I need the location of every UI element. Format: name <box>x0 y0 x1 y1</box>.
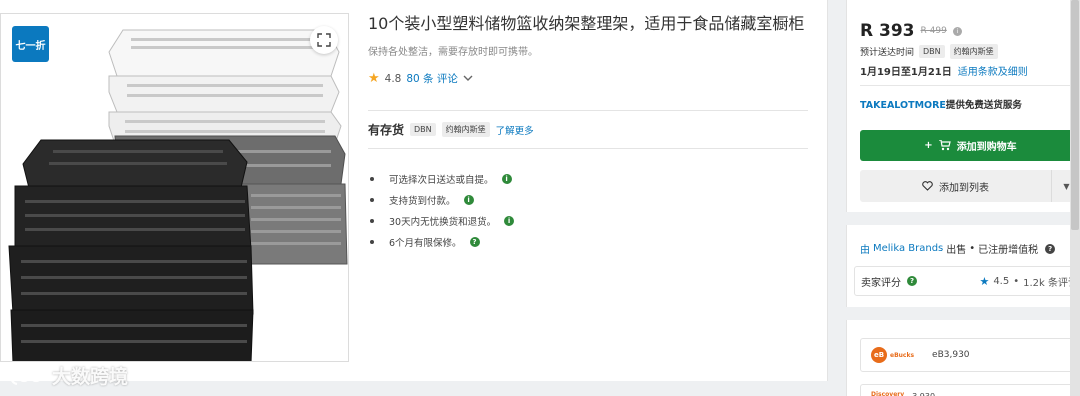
product-image <box>8 29 348 361</box>
chevron-down-icon[interactable] <box>463 75 473 82</box>
feature-text: 可选择次日送达或自提。 <box>389 174 494 186</box>
seller-score-value-group: ★ 4.5 • 1.2k 条评论 <box>979 274 1080 289</box>
delivery-dates: 1月19日至1月21日 <box>860 67 952 78</box>
seller-prefix: 由 <box>860 245 870 256</box>
bullet-dot <box>370 176 374 181</box>
expand-icon <box>317 33 331 47</box>
scrollbar-thumb[interactable] <box>1071 0 1079 230</box>
add-to-cart-button[interactable]: + 添加到购物车 <box>860 130 1080 161</box>
delivery-dates-row: 1月19日至1月21日 适用条款及细则 <box>860 63 1028 78</box>
price-row: R 393 R 499 i <box>860 21 962 41</box>
divider <box>860 85 1080 86</box>
seller-card: 由 Melika Brands 出售 • 已注册增值税 ? 卖家评分 ? ★ 4.5… <box>846 225 1080 307</box>
free-shipping-note: TAKEALOTMORE提供免费送货服务 <box>860 97 1022 111</box>
list-item: 支持货到付款。 i <box>370 189 514 210</box>
info-icon[interactable]: i <box>504 215 515 226</box>
watermark: 大数跨境 <box>8 362 128 389</box>
add-to-cart-label: 添加到购物车 <box>956 142 1017 153</box>
seller-score-label: 卖家评分 <box>861 277 901 289</box>
vat-status: 已注册增值税 <box>978 245 1039 256</box>
heart-icon <box>922 181 933 191</box>
black-baskets <box>8 139 254 361</box>
add-to-list-label: 添加到列表 <box>939 182 989 194</box>
seller-name-link[interactable]: Melika Brands <box>873 243 943 254</box>
seller-score-label-group: 卖家评分 ? <box>861 274 917 289</box>
ebucks-row: eB eBucks eB3,930 <box>860 338 1080 372</box>
product-title: 10个装小型塑料储物篮收纳架整理架，适用于食品储藏室橱柜 <box>368 14 805 33</box>
product-subtitle: 保持各处整洁，需要存放时即可携带。 <box>368 47 538 58</box>
plus-icon: + <box>924 140 933 151</box>
separator-dot: • <box>969 243 976 254</box>
add-to-list-main[interactable]: 添加到列表 <box>860 179 1051 194</box>
help-icon[interactable]: ? <box>1045 243 1056 254</box>
stock-tag-dbn: DBN <box>410 123 436 136</box>
help-icon[interactable]: ? <box>907 276 917 286</box>
reviews-link[interactable]: 80 条 评论 <box>406 71 458 86</box>
expand-image-button[interactable] <box>310 26 338 54</box>
star-icon: ★ <box>979 274 990 288</box>
product-main-card: 七一折 大数跨境 10个装小型塑料储物篮收纳架整理架，适用于食品储藏室橱柜 保持… <box>0 0 828 388</box>
discovery-logo: Discovery <box>871 391 905 396</box>
star-icon: ★ <box>368 71 380 86</box>
separator-dot: • <box>1013 275 1020 287</box>
help-icon[interactable]: ? <box>469 236 480 247</box>
buy-box: R 393 R 499 i 预计送达时间 DBN 约翰内斯堡 1月19日至1月2… <box>846 0 1080 212</box>
bullet-dot <box>370 218 374 223</box>
delivery-label: 预计送达时间 <box>860 48 915 58</box>
divider <box>368 148 808 149</box>
stock-status: 有存货 <box>368 123 405 137</box>
seller-suffix: 出售 <box>946 245 967 256</box>
discovery-row: Discovery 3,930 <box>860 384 1080 396</box>
bullet-dot <box>370 197 374 202</box>
ebucks-logo: eB eBucks <box>871 347 914 363</box>
list-item: 可选择次日送达或自提。 i <box>370 168 514 189</box>
white-baskets <box>108 29 342 145</box>
ebucks-logo-text: eBucks <box>890 351 915 359</box>
caret-down-icon: ▼ <box>1063 181 1070 191</box>
stock-row: 有存货 DBN 约翰内斯堡 了解更多 <box>368 121 534 138</box>
price-info-icon[interactable]: i <box>952 26 962 36</box>
rewards-card: eB eBucks eB3,930 Discovery 3,930 <box>846 320 1080 396</box>
watermark-logo-icon <box>9 367 43 385</box>
takealotmore-link[interactable]: TAKEALOTMORE <box>860 100 946 111</box>
list-item: 30天内无忧换货和退货。 i <box>370 210 515 231</box>
divider <box>368 110 808 111</box>
info-icon[interactable]: i <box>501 173 512 184</box>
product-image-gallery[interactable]: 七一折 <box>0 13 349 362</box>
free-shipping-text: 提供免费送货服务 <box>945 100 1022 111</box>
price: R 393 <box>860 21 915 41</box>
add-to-list-button[interactable]: 添加到列表 ▼ <box>860 170 1080 202</box>
feature-text: 6个月有限保修。 <box>389 237 462 249</box>
list-item: 6个月有限保修。 ? <box>370 231 514 252</box>
stock-tag-jhb: 约翰内斯堡 <box>441 122 490 137</box>
delivery-tag-dbn: DBN <box>919 45 945 58</box>
learn-more-link[interactable]: 了解更多 <box>496 123 534 137</box>
bullet-dot <box>370 239 374 244</box>
feature-text: 30天内无忧换货和退货。 <box>389 216 497 228</box>
seller-line: 由 Melika Brands 出售 • 已注册增值税 ? <box>860 241 1056 256</box>
rating-row: ★ 4.8 80 条 评论 <box>368 71 473 86</box>
rating-value: 4.8 <box>384 72 402 85</box>
feature-list: 可选择次日送达或自提。 i 支持货到付款。 i 30天内无忧换货和退货。 i 6… <box>370 168 515 252</box>
old-price: R 499 <box>920 26 947 36</box>
ebucks-logo-mark: eB <box>871 347 887 363</box>
discount-badge: 七一折 <box>12 26 49 62</box>
page-scrollbar[interactable] <box>1070 0 1080 396</box>
delivery-row: 预计送达时间 DBN 约翰内斯堡 <box>860 44 998 59</box>
discovery-amount: 3,930 <box>912 385 935 396</box>
seller-score-row[interactable]: 卖家评分 ? ★ 4.5 • 1.2k 条评论 <box>854 266 1080 296</box>
seller-score-value: 4.5 <box>993 275 1010 287</box>
delivery-tag-jhb: 约翰内斯堡 <box>949 44 998 59</box>
cart-icon <box>938 140 951 151</box>
feature-text: 支持货到付款。 <box>389 195 456 207</box>
watermark-text: 大数跨境 <box>52 366 129 388</box>
info-icon[interactable]: i <box>463 194 474 205</box>
ebucks-amount: eB3,930 <box>932 350 970 360</box>
terms-link[interactable]: 适用条款及细则 <box>958 63 1028 78</box>
